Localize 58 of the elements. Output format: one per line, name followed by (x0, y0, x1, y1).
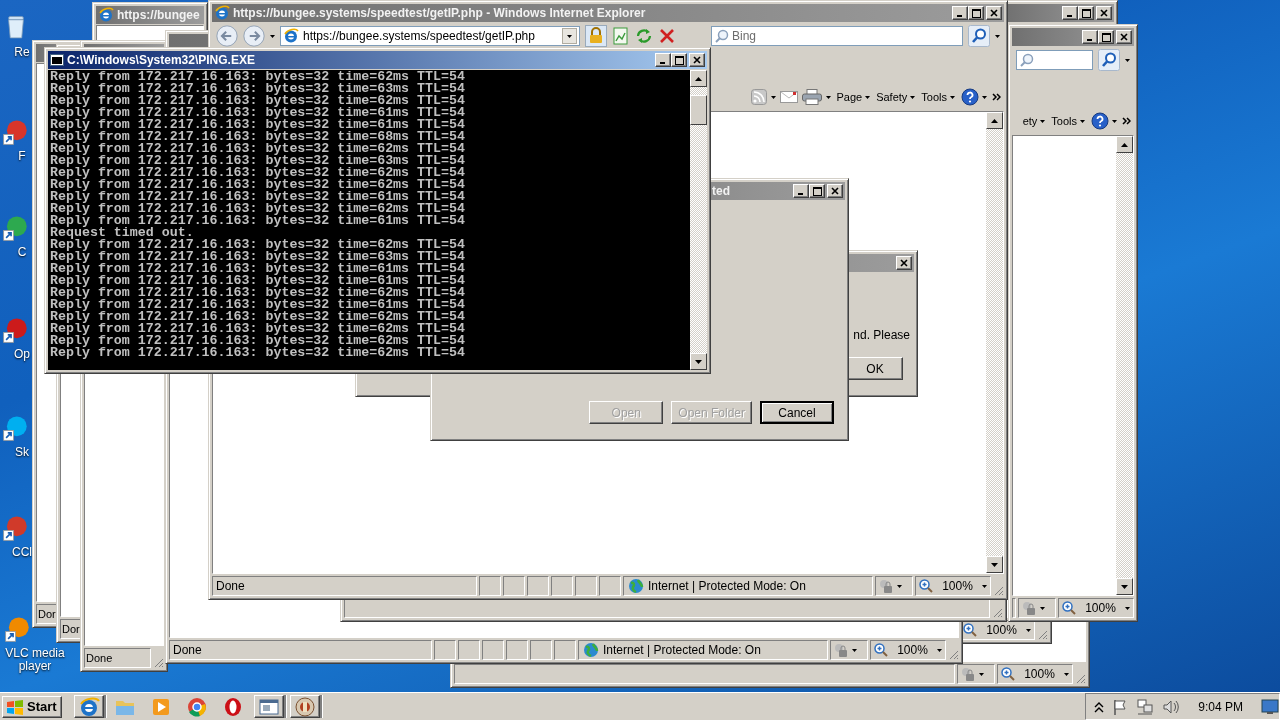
zoom-button[interactable]: 100% (997, 664, 1073, 684)
console-line: Reply from 172.217.16.163: bytes=32 time=63ms TTL=54 (50, 251, 466, 263)
status-text: Done (216, 579, 245, 593)
dialog-message: nd. Please (853, 328, 910, 342)
search-field[interactable]: Bing (711, 26, 963, 46)
desktop-icon-label[interactable]: Op (14, 348, 30, 361)
zone-text: Internet | Protected Mode: On (648, 579, 806, 593)
window-title: https://bungee.systems/speedtest/getIP.php - Windows Internet Explorer (233, 6, 646, 20)
console-line: Reply from 172.217.16.163: bytes=32 time=61ms TTL=54 (50, 119, 466, 131)
console-line: Reply from 172.217.16.163: bytes=32 time=61ms TTL=54 (50, 263, 466, 275)
console-line: Reply from 172.217.16.163: bytes=32 time=61ms TTL=54 (50, 299, 466, 311)
address-field[interactable]: https://bungee.systems/speedtest/getIP.php (280, 26, 580, 46)
console-line: Reply from 172.217.16.163: bytes=32 time=61ms TTL=54 (50, 191, 466, 203)
console-line: Reply from 172.217.16.163: bytes=32 time=62ms TTL=54 (50, 347, 466, 359)
console-line: Reply from 172.217.16.163: bytes=32 time=62ms TTL=54 (50, 71, 466, 83)
menu-button[interactable]: Safety (875, 87, 917, 107)
console-line: Reply from 172.217.16.163: bytes=32 time=62ms TTL=54 (50, 203, 466, 215)
zoom-button[interactable]: 100% (1058, 598, 1134, 618)
console-line: Reply from 172.217.16.163: bytes=32 time=62ms TTL=54 (50, 323, 466, 335)
start-button[interactable]: Start (2, 695, 62, 718)
console-line: Reply from 172.217.16.163: bytes=32 time=63ms TTL=54 (50, 83, 466, 95)
console-line: Reply from 172.217.16.163: bytes=32 time=62ms TTL=54 (50, 335, 466, 347)
menu-button[interactable]: Page (835, 87, 872, 107)
console-line: Reply from 172.217.16.163: bytes=32 time=63ms TTL=54 (50, 155, 466, 167)
console-line: Reply from 172.217.16.163: bytes=32 time=61ms TTL=54 (50, 107, 466, 119)
desktop-icon-label[interactable]: F (18, 150, 26, 163)
status-text: Dor (38, 608, 56, 620)
desktop-icon-label[interactable]: CCl (12, 546, 32, 559)
status-text: Done (173, 643, 202, 657)
zoom-button[interactable]: 100% (915, 576, 991, 596)
console-line: Reply from 172.217.16.163: bytes=32 time=68ms TTL=54 (50, 131, 466, 143)
window-title: https://bungee (117, 8, 200, 22)
console-line: Reply from 172.217.16.163: bytes=32 time=62ms TTL=54 (50, 95, 466, 107)
zone-text: Internet | Protected Mode: On (603, 643, 761, 657)
console-line: Reply from 172.217.16.163: bytes=32 time=62ms TTL=54 (50, 311, 466, 323)
menu-button[interactable]: Tools (920, 87, 956, 107)
console-line: Reply from 172.217.16.163: bytes=32 time=61ms TTL=54 (50, 215, 466, 227)
desktop-icon-label[interactable]: Sk (15, 446, 29, 459)
console-line: Reply from 172.217.16.163: bytes=32 time=61ms TTL=54 (50, 275, 466, 287)
dialog-button[interactable]: OK (847, 357, 903, 380)
console-line: Reply from 172.217.16.163: bytes=32 time=62ms TTL=54 (50, 143, 466, 155)
console-line: Request timed out. (50, 227, 194, 239)
menu-button[interactable]: Tools (1050, 111, 1086, 131)
console-line: Reply from 172.217.16.163: bytes=32 time=62ms TTL=54 (50, 239, 466, 251)
menu-button[interactable]: ety (1021, 111, 1047, 131)
desktop-icon-label[interactable]: VLC media player (2, 647, 68, 673)
window-title: ted (712, 184, 730, 198)
status-text: Done (86, 652, 113, 664)
desktop-icon-label[interactable]: Re (14, 46, 30, 59)
dialog-button[interactable]: Cancel (760, 401, 834, 424)
status-text: Dor (62, 623, 80, 635)
desktop-icon-label[interactable]: C (17, 246, 27, 259)
console-line: Reply from 172.217.16.163: bytes=32 time=62ms TTL=54 (50, 287, 466, 299)
clock[interactable]: 9:04 PM (1198, 699, 1243, 714)
zoom-button[interactable]: 100% (870, 640, 946, 660)
console-line: Reply from 172.217.16.163: bytes=32 time=62ms TTL=54 (50, 179, 466, 191)
console-line: Reply from 172.217.16.163: bytes=32 time=62ms TTL=54 (50, 167, 466, 179)
window-title: C:\Windows\System32\PING.EXE (67, 53, 255, 67)
